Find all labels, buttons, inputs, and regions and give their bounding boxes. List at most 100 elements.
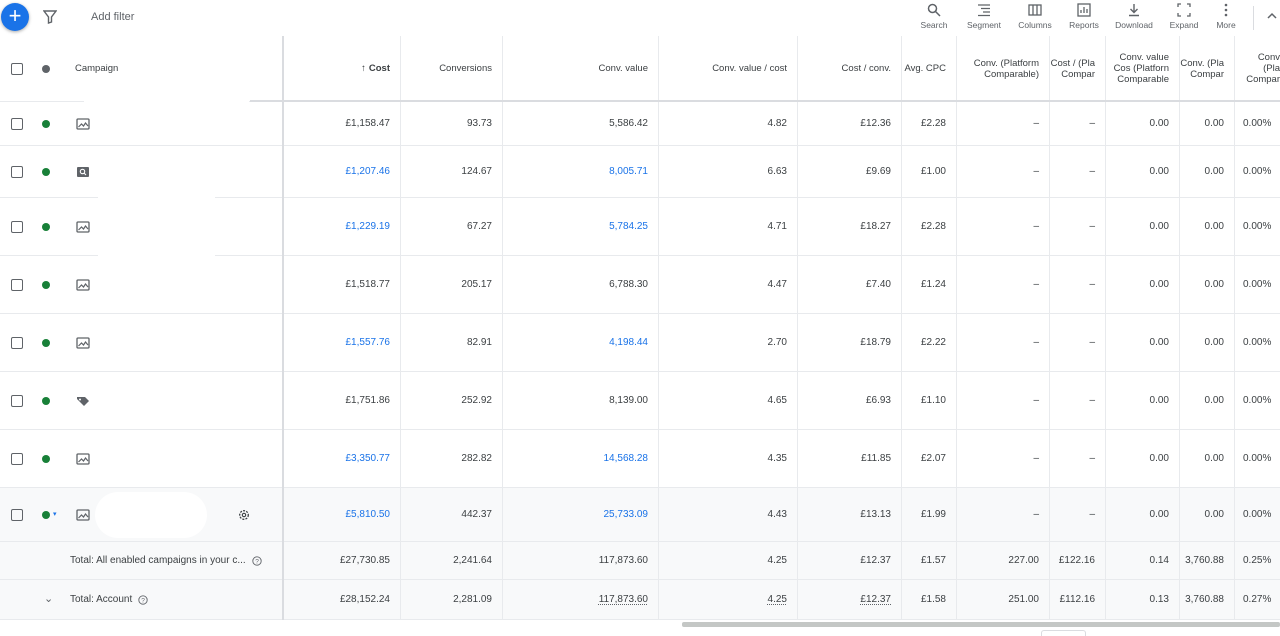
reports-button[interactable]: Reports [1061,3,1107,30]
expand-icon [1177,3,1191,17]
enabled-status-icon[interactable] [42,281,50,289]
cell-conv_value[interactable]: 25,733.09 [503,488,659,541]
cell-cpc: £1.24 [902,256,957,313]
frozen-column-divider [282,36,284,620]
header-conv-value[interactable]: Conv. value [503,36,659,101]
status-dropdown-icon[interactable]: ▾ [53,510,57,518]
segment-button[interactable]: Segment [961,3,1007,30]
filter-icon[interactable] [43,10,57,24]
cell-c4: 0.00 [1180,430,1235,487]
cell-c2: – [1050,256,1106,313]
enabled-status-icon[interactable] [42,455,50,463]
table-row[interactable]: £1,557.76 82.91 4,198.44 2.70 £18.79 £2.22– –0… [0,314,1280,372]
cell-cost[interactable]: £1,229.19 [284,198,401,255]
cell-c3: 0.00 [1106,488,1180,541]
row-checkbox[interactable] [11,221,23,233]
create-button[interactable]: + [1,3,29,31]
row-checkbox[interactable] [11,337,23,349]
enabled-status-icon[interactable] [42,339,50,347]
row-checkbox[interactable] [11,166,23,178]
total-cell-conv_value: 117,873.60 [503,580,659,619]
header-conv-value-cost-platform[interactable]: Conv. value Cos (Platforn Comparable [1106,36,1180,101]
cell-cost[interactable]: £5,810.50 [284,488,401,541]
cell-c5: 0.00% [1243,337,1272,348]
enabled-status-icon[interactable] [42,511,50,519]
header-conv-platform[interactable]: Conv. (Platform Comparable) [957,36,1050,101]
redacted-campaign-name [84,100,249,112]
table-row[interactable]: £3,350.77 282.82 14,568.28 4.35 £11.85 £2.07–… [0,430,1280,488]
cell-c4: 0.00 [1180,314,1235,371]
total-cell-c5: 0.27% [1243,594,1272,605]
cell-cpa: £11.85 [798,430,902,487]
row-checkbox[interactable] [11,118,23,130]
svg-text:?: ? [141,597,145,604]
cell-cost[interactable]: £1,207.46 [284,146,401,197]
cell-conv_value[interactable]: 14,568.28 [503,430,659,487]
total-cell-c4: 3,760.88 [1180,542,1235,579]
header-conv-rate-pla[interactable]: Conv (Pla Compar [1235,36,1280,101]
cell-c3: 0.00 [1106,198,1180,255]
header-cost-conv[interactable]: Cost / conv. [798,36,902,101]
segment-label: Segment [966,20,1002,30]
cell-c5: 0.00% [1243,166,1272,177]
add-filter-button[interactable]: Add filter [91,11,134,23]
cell-c5: 0.00% [1243,509,1272,520]
help-icon[interactable]: ? [252,555,262,566]
expand-totals-chevron-icon[interactable]: ⌄ [44,592,53,605]
header-cost[interactable]: ↑ Cost [284,36,401,101]
cell-c3: 0.00 [1106,102,1180,145]
select-all-checkbox[interactable] [11,63,23,75]
settings-gear-icon[interactable] [238,509,250,521]
more-icon [1224,3,1228,17]
total-row: Total: All enabled campaigns in your c..… [0,542,1280,580]
cell-conv_value: 8,139.00 [503,372,659,429]
download-label: Download [1115,20,1153,30]
cell-conv_value[interactable]: 4,198.44 [503,314,659,371]
cell-conversions: 82.91 [401,314,503,371]
reports-label: Reports [1069,20,1099,30]
enabled-status-icon[interactable] [42,168,50,176]
enabled-status-icon[interactable] [42,223,50,231]
enabled-status-icon[interactable] [42,397,50,405]
cell-c1: – [957,198,1050,255]
horizontal-scrollbar[interactable] [682,622,1280,627]
display-campaign-icon [76,337,90,349]
expand-button[interactable]: Expand [1161,3,1207,30]
cell-cost[interactable]: £1,557.76 [284,314,401,371]
help-icon[interactable]: ? [138,594,148,605]
redacted-campaign-name [98,160,215,260]
cell-cpc: £2.22 [902,314,957,371]
search-button[interactable]: Search [911,3,957,30]
download-button[interactable]: Download [1111,3,1157,30]
row-checkbox[interactable] [11,509,23,521]
enabled-status-icon[interactable] [42,120,50,128]
cell-conv_value: 6,788.30 [503,256,659,313]
cell-conv_value[interactable]: 8,005.71 [503,146,659,197]
cell-c1: – [957,146,1050,197]
row-checkbox[interactable] [11,395,23,407]
table-row[interactable]: £1,518.77 205.17 6,788.30 4.47 £7.40 £1.24– –0… [0,256,1280,314]
more-button[interactable]: More [1203,3,1249,30]
table-row[interactable]: £1,751.86 252.92 8,139.00 4.65 £6.93 £1.10– –0… [0,372,1280,430]
cell-conv_value[interactable]: 5,784.25 [503,198,659,255]
cell-conversions: 252.92 [401,372,503,429]
header-conv-value-cost[interactable]: Conv. value / cost [659,36,798,101]
total-cell-c3: 0.14 [1106,542,1180,579]
pagination-control[interactable] [1041,630,1086,636]
row-checkbox[interactable] [11,279,23,291]
header-campaign[interactable]: Campaign [75,36,255,101]
header-avg-cpc[interactable]: Avg. CPC [902,36,957,101]
header-conv-pla[interactable]: Conv. (Pla Compar [1180,36,1235,101]
header-cost-per-platform[interactable]: Cost / (Pla Compar [1050,36,1106,101]
cell-c5: 0.00% [1243,221,1272,232]
status-header-icon[interactable] [42,65,50,73]
chevron-up-icon[interactable] [1266,10,1278,22]
redacted-campaign-name [95,492,207,538]
header-conversions[interactable]: Conversions [401,36,503,101]
more-label: More [1216,20,1236,30]
cell-c1: – [957,314,1050,371]
cell-cost[interactable]: £3,350.77 [284,430,401,487]
columns-button[interactable]: Columns [1012,3,1058,30]
cell-c3: 0.00 [1106,372,1180,429]
row-checkbox[interactable] [11,453,23,465]
